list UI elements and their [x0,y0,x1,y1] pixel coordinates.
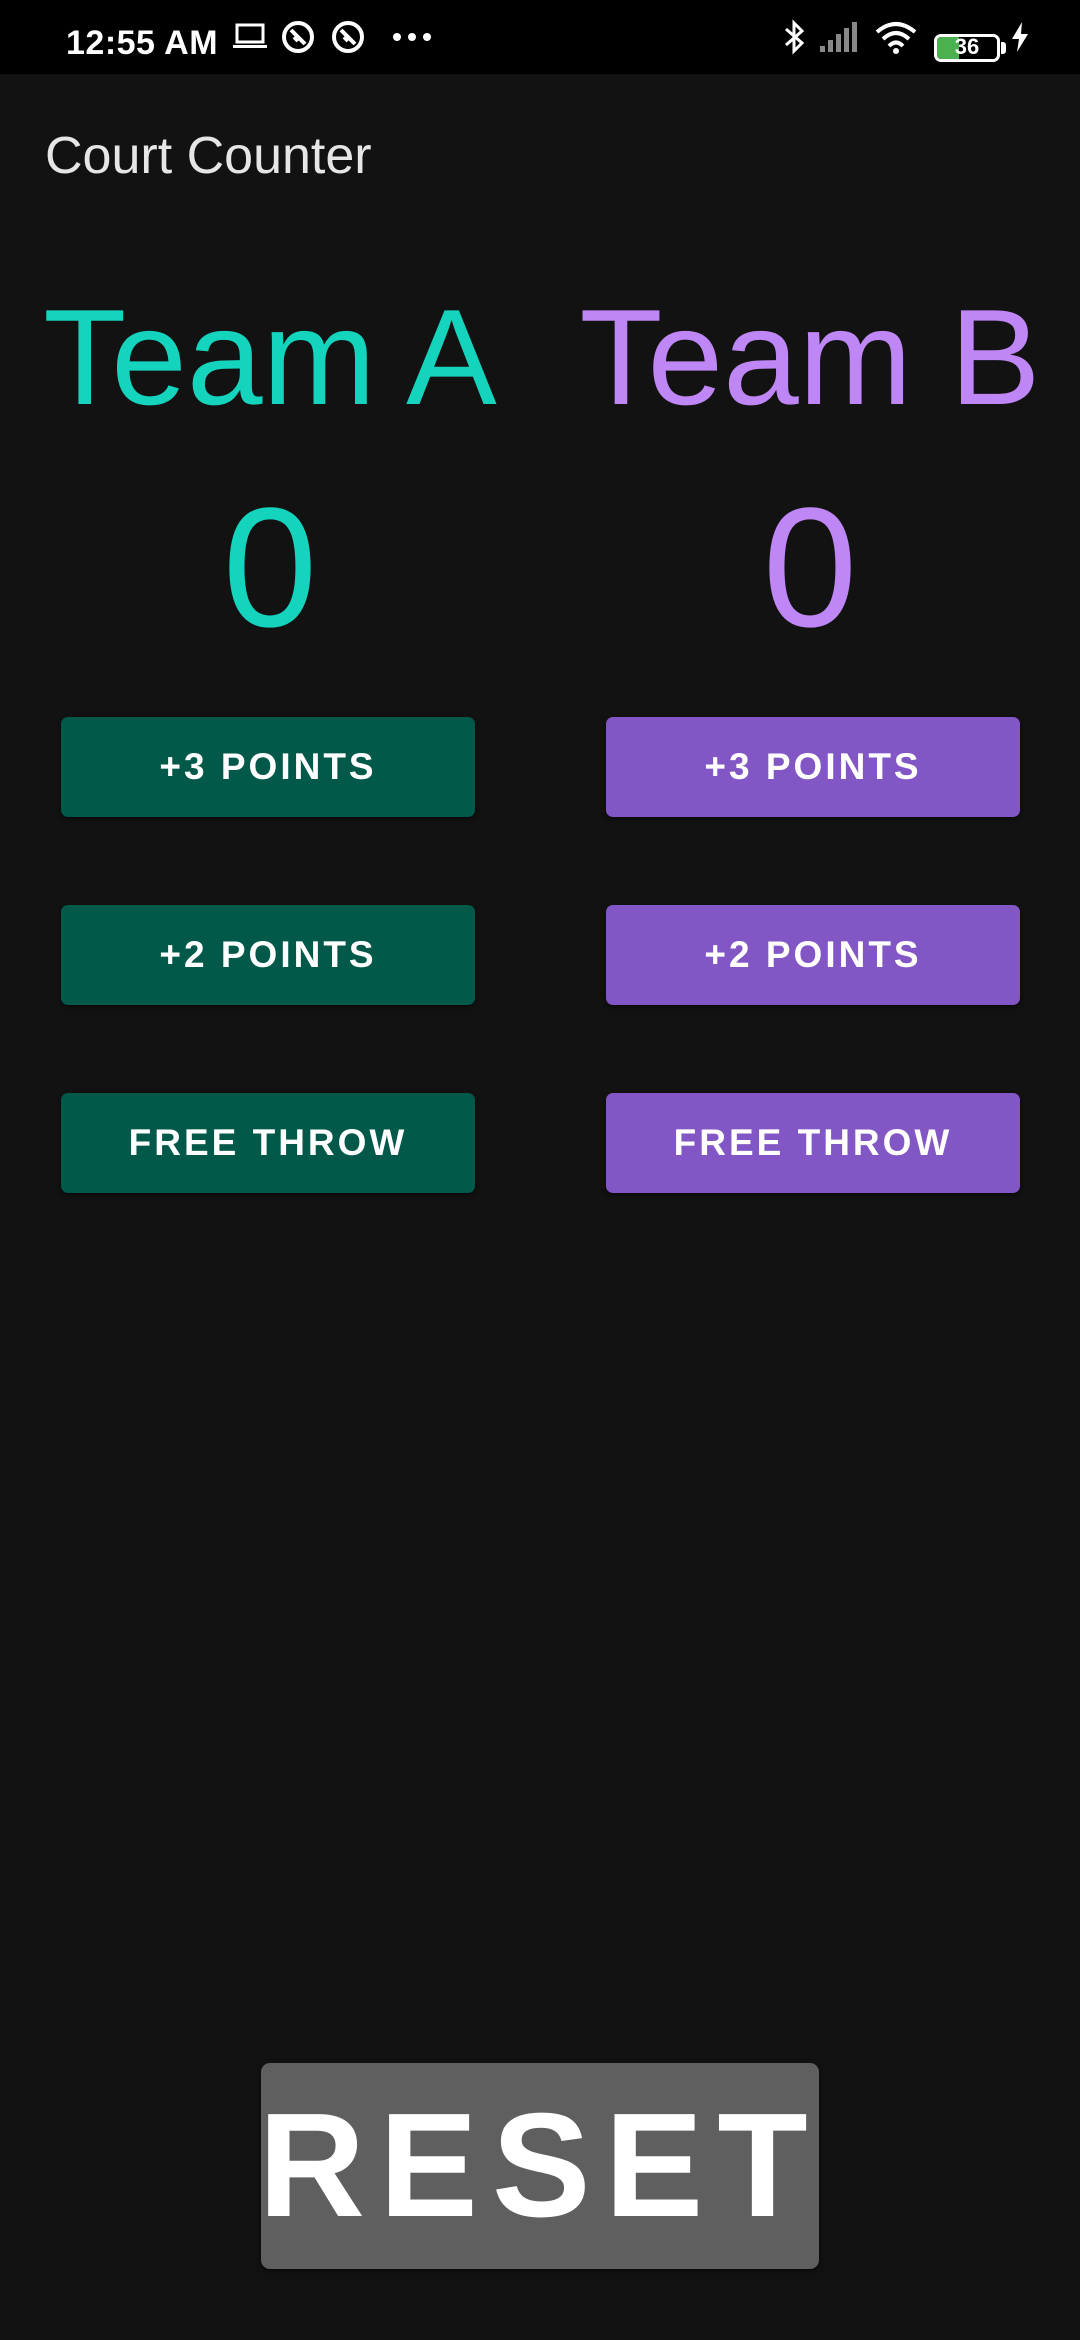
team-a-plus-2-button[interactable]: +2 POINTS [61,905,475,1005]
team-b-plus-3-button[interactable]: +3 POINTS [606,717,1020,817]
status-bar: 12:55 AM 36 [0,0,1080,74]
charging-icon [1010,0,1030,74]
laptop-icon [232,0,268,74]
team-a-free-throw-button[interactable]: FREE THROW [61,1093,475,1193]
team-b-name: Team B [579,281,1041,433]
team-b-score: 0 [762,473,858,663]
status-time: 12:55 AM [66,24,219,62]
team-b-plus-2-button[interactable]: +2 POINTS [606,905,1020,1005]
battery-icon: 36 [934,34,1000,62]
battery-level: 36 [954,34,980,59]
wifi-icon [874,0,918,74]
bluetooth-icon [782,0,806,74]
team-a-name: Team A [43,281,497,433]
team-b-free-throw-button[interactable]: FREE THROW [606,1093,1020,1193]
reset-button[interactable]: RESET [258,2063,819,2269]
team-a-score: 0 [222,473,318,663]
more-icon [392,0,432,74]
app-title: Court Counter [45,127,372,185]
battery-tip [1001,42,1006,54]
team-a-plus-3-button[interactable]: +3 POINTS [61,717,475,817]
sync-icon [280,0,316,74]
sync-icon [330,0,366,74]
signal-icon [818,0,860,74]
